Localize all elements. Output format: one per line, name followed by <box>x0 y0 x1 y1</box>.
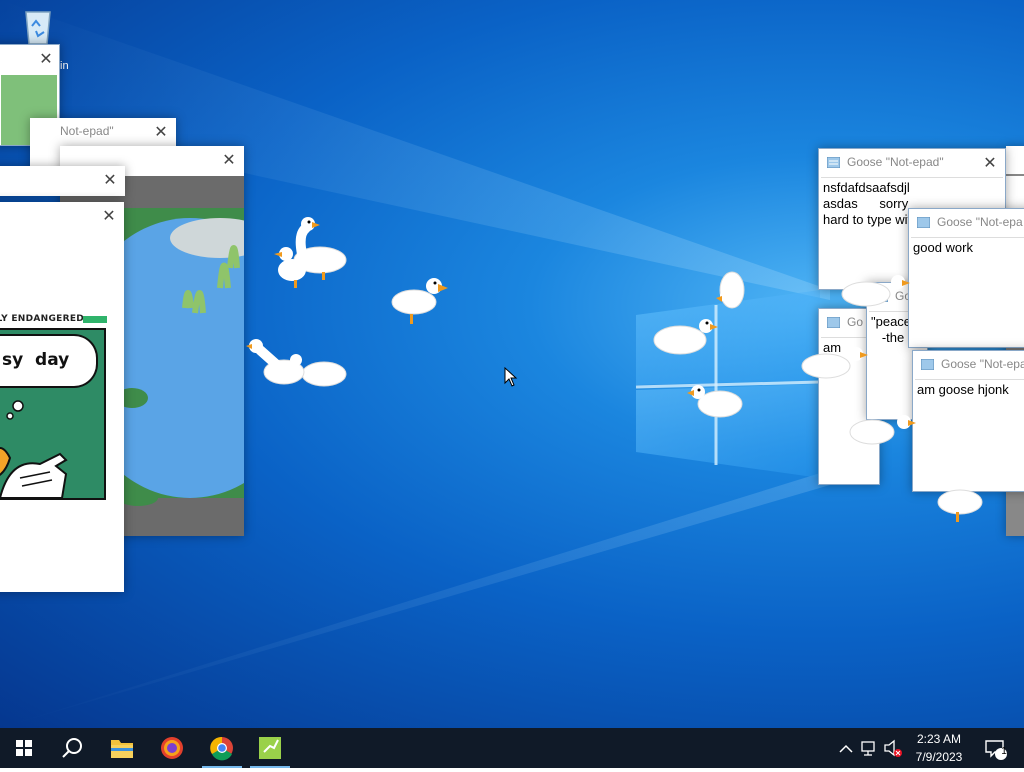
show-hidden-icons-chevron-icon[interactable] <box>836 728 856 768</box>
clock-date: 7/9/2023 <box>915 750 963 764</box>
goose-4[interactable] <box>650 270 750 370</box>
goose-app-icon <box>259 737 281 759</box>
notepad-text[interactable]: am goose hjonk <box>915 379 1024 489</box>
meme-panel: sy day <box>0 328 106 500</box>
file-explorer-button[interactable] <box>98 728 146 768</box>
window-behind-meme[interactable]: ✕ <box>0 166 125 196</box>
system-clock[interactable]: 2:23 AM 7/9/2023 <box>905 730 973 766</box>
meme-image: ELY ENDANGERED sy day <box>0 308 107 500</box>
speech-bubble: sy day <box>0 334 98 388</box>
search-button[interactable] <box>48 728 96 768</box>
meme-banner: ELY ENDANGERED <box>0 314 85 324</box>
network-icon[interactable] <box>858 728 882 768</box>
recycle-bin-label: in <box>60 60 69 72</box>
clock-time: 2:23 AM <box>916 732 962 746</box>
window-title: Goose "Not-epa <box>937 215 1023 229</box>
meme-badge <box>83 316 107 323</box>
notepad-icon <box>921 359 934 370</box>
windows-logo-icon <box>16 740 32 756</box>
notepad-window-2[interactable]: Goose "Not-epa good work <box>908 208 1024 348</box>
close-icon[interactable]: ✕ <box>146 118 176 146</box>
close-icon[interactable]: ✕ <box>975 149 1005 177</box>
firefox-button[interactable] <box>148 728 196 768</box>
goose-2[interactable] <box>390 274 452 332</box>
volume-muted-icon[interactable] <box>882 728 904 768</box>
action-center-button[interactable]: 1 <box>978 728 1012 768</box>
folder-icon <box>111 740 133 758</box>
notepad-icon <box>827 317 840 328</box>
search-icon <box>62 738 82 758</box>
window-title: Goose "Not-epa <box>941 357 1024 371</box>
desktop-background: in ✕ Not-epad" ✕ ✕ ✕ ✕ Y ENDANGERED sy d… <box>0 0 1024 728</box>
chrome-button[interactable] <box>198 728 246 768</box>
window-title: Goose "Not-epad" <box>847 155 944 169</box>
notepad-icon <box>917 217 930 228</box>
recycle-bin-icon[interactable] <box>18 6 62 46</box>
meme-window[interactable]: ✕ ELY ENDANGERED sy day <box>0 202 124 592</box>
close-icon[interactable]: ✕ <box>214 146 244 174</box>
goose-8[interactable] <box>846 412 916 456</box>
close-icon[interactable]: ✕ <box>95 166 125 194</box>
desktop-goose-button[interactable] <box>246 728 294 768</box>
taskbar: 2:23 AM 7/9/2023 1 <box>0 728 1024 768</box>
start-button[interactable] <box>0 728 48 768</box>
firefox-icon <box>161 737 183 759</box>
goose-7[interactable] <box>840 272 910 316</box>
notification-count-badge: 1 <box>1001 746 1007 757</box>
close-icon[interactable]: ✕ <box>33 45 59 73</box>
notepad-icon <box>827 157 840 168</box>
mouse-cursor-icon <box>504 367 518 387</box>
goose-6[interactable] <box>798 346 868 390</box>
goose-1[interactable] <box>272 214 352 290</box>
goose-3[interactable] <box>246 336 350 400</box>
speech-text: sy day <box>2 350 70 370</box>
notepad-text[interactable]: good work <box>911 237 1024 345</box>
notepad-window-5[interactable]: Goose "Not-epa am goose hjonk <box>912 350 1024 492</box>
goose-9[interactable] <box>936 486 986 526</box>
close-icon[interactable]: ✕ <box>94 202 124 230</box>
goose-5[interactable] <box>686 382 746 426</box>
window-title: Go <box>847 315 864 329</box>
chrome-icon <box>210 736 233 761</box>
window-title: Not-epad" <box>60 124 114 138</box>
